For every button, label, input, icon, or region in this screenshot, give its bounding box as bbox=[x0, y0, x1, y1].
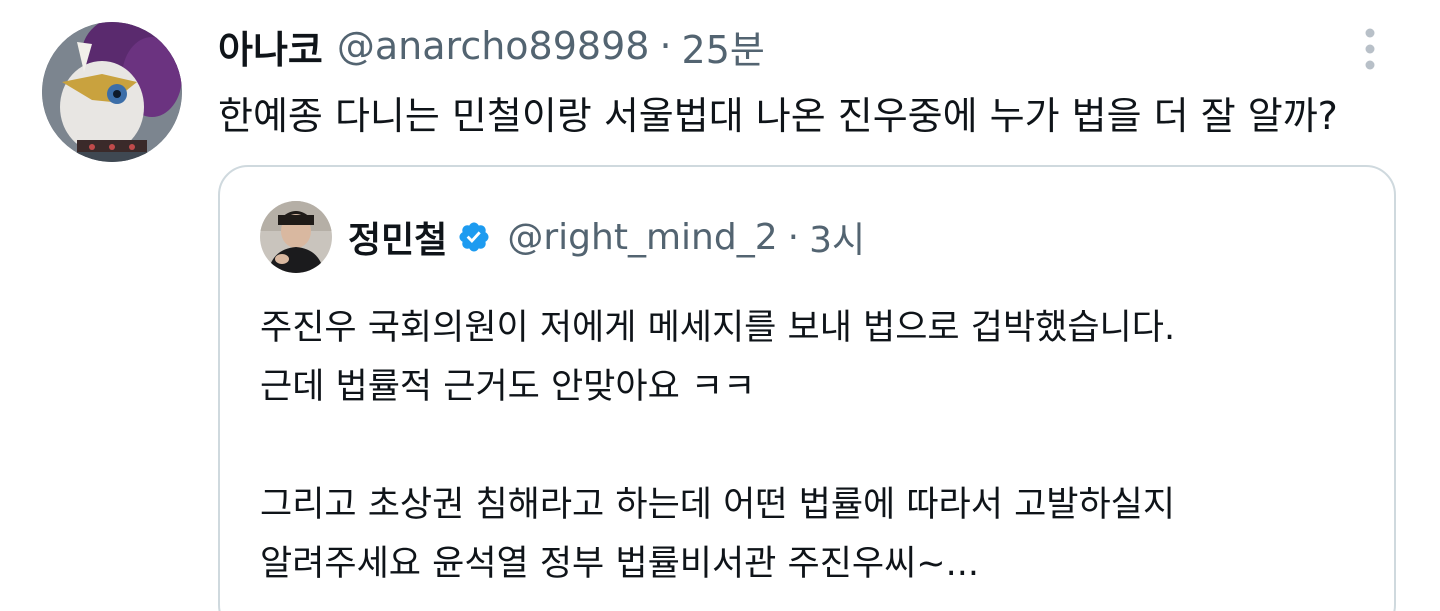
quoted-text-line: 주진우 국회의원이 저에게 메세지를 보내 법으로 겁박했습니다. bbox=[260, 308, 1176, 348]
quoted-author-display-name[interactable]: 정민철 bbox=[348, 211, 447, 263]
separator-dot: · bbox=[787, 216, 800, 258]
tweet[interactable]: 아나코 @anarcho89898 · 25분 한예종 다니는 민철이랑 서울법… bbox=[0, 0, 1440, 611]
tweet-header: 아나코 @anarcho89898 · 25분 bbox=[218, 18, 765, 74]
more-options-button[interactable] bbox=[1352, 26, 1388, 72]
quoted-tweet-header: 정민철 @right_mind_2 · 3시 bbox=[348, 209, 865, 265]
more-vertical-icon bbox=[1365, 28, 1375, 70]
verified-badge-icon bbox=[459, 222, 489, 252]
tweet-timestamp[interactable]: 25분 bbox=[682, 19, 765, 74]
quoted-author-handle[interactable]: @right_mind_2 bbox=[507, 217, 777, 258]
tweet-text: 한예종 다니는 민철이랑 서울법대 나온 진우중에 누가 법을 더 잘 알까? bbox=[218, 94, 1338, 138]
author-avatar[interactable] bbox=[42, 22, 182, 162]
quoted-tweet-text: 주진우 국회의원이 저에게 메세지를 보내 법으로 겁박했습니다. 근데 법률적… bbox=[260, 299, 1175, 594]
quoted-text-line bbox=[260, 417, 1175, 476]
quoted-text-line: 근데 법률적 근거도 안맞아요 ㅋㅋ bbox=[260, 367, 756, 407]
quoted-author-avatar[interactable] bbox=[260, 201, 332, 273]
author-display-name[interactable]: 아나코 bbox=[218, 19, 323, 74]
quoted-text-line: 알려주세요 윤석열 정부 법률비서관 주진우씨~... bbox=[260, 544, 980, 584]
author-handle[interactable]: @anarcho89898 bbox=[337, 24, 650, 68]
quoted-tweet[interactable]: 정민철 @right_mind_2 · 3시 주진우 국회의원이 저에게 메세지… bbox=[218, 165, 1396, 611]
separator-dot: · bbox=[659, 24, 672, 68]
quoted-text-line: 그리고 초상권 침해라고 하는데 어떤 법률에 따라서 고발하실지 bbox=[260, 485, 1176, 525]
quoted-tweet-timestamp[interactable]: 3시 bbox=[809, 211, 865, 263]
